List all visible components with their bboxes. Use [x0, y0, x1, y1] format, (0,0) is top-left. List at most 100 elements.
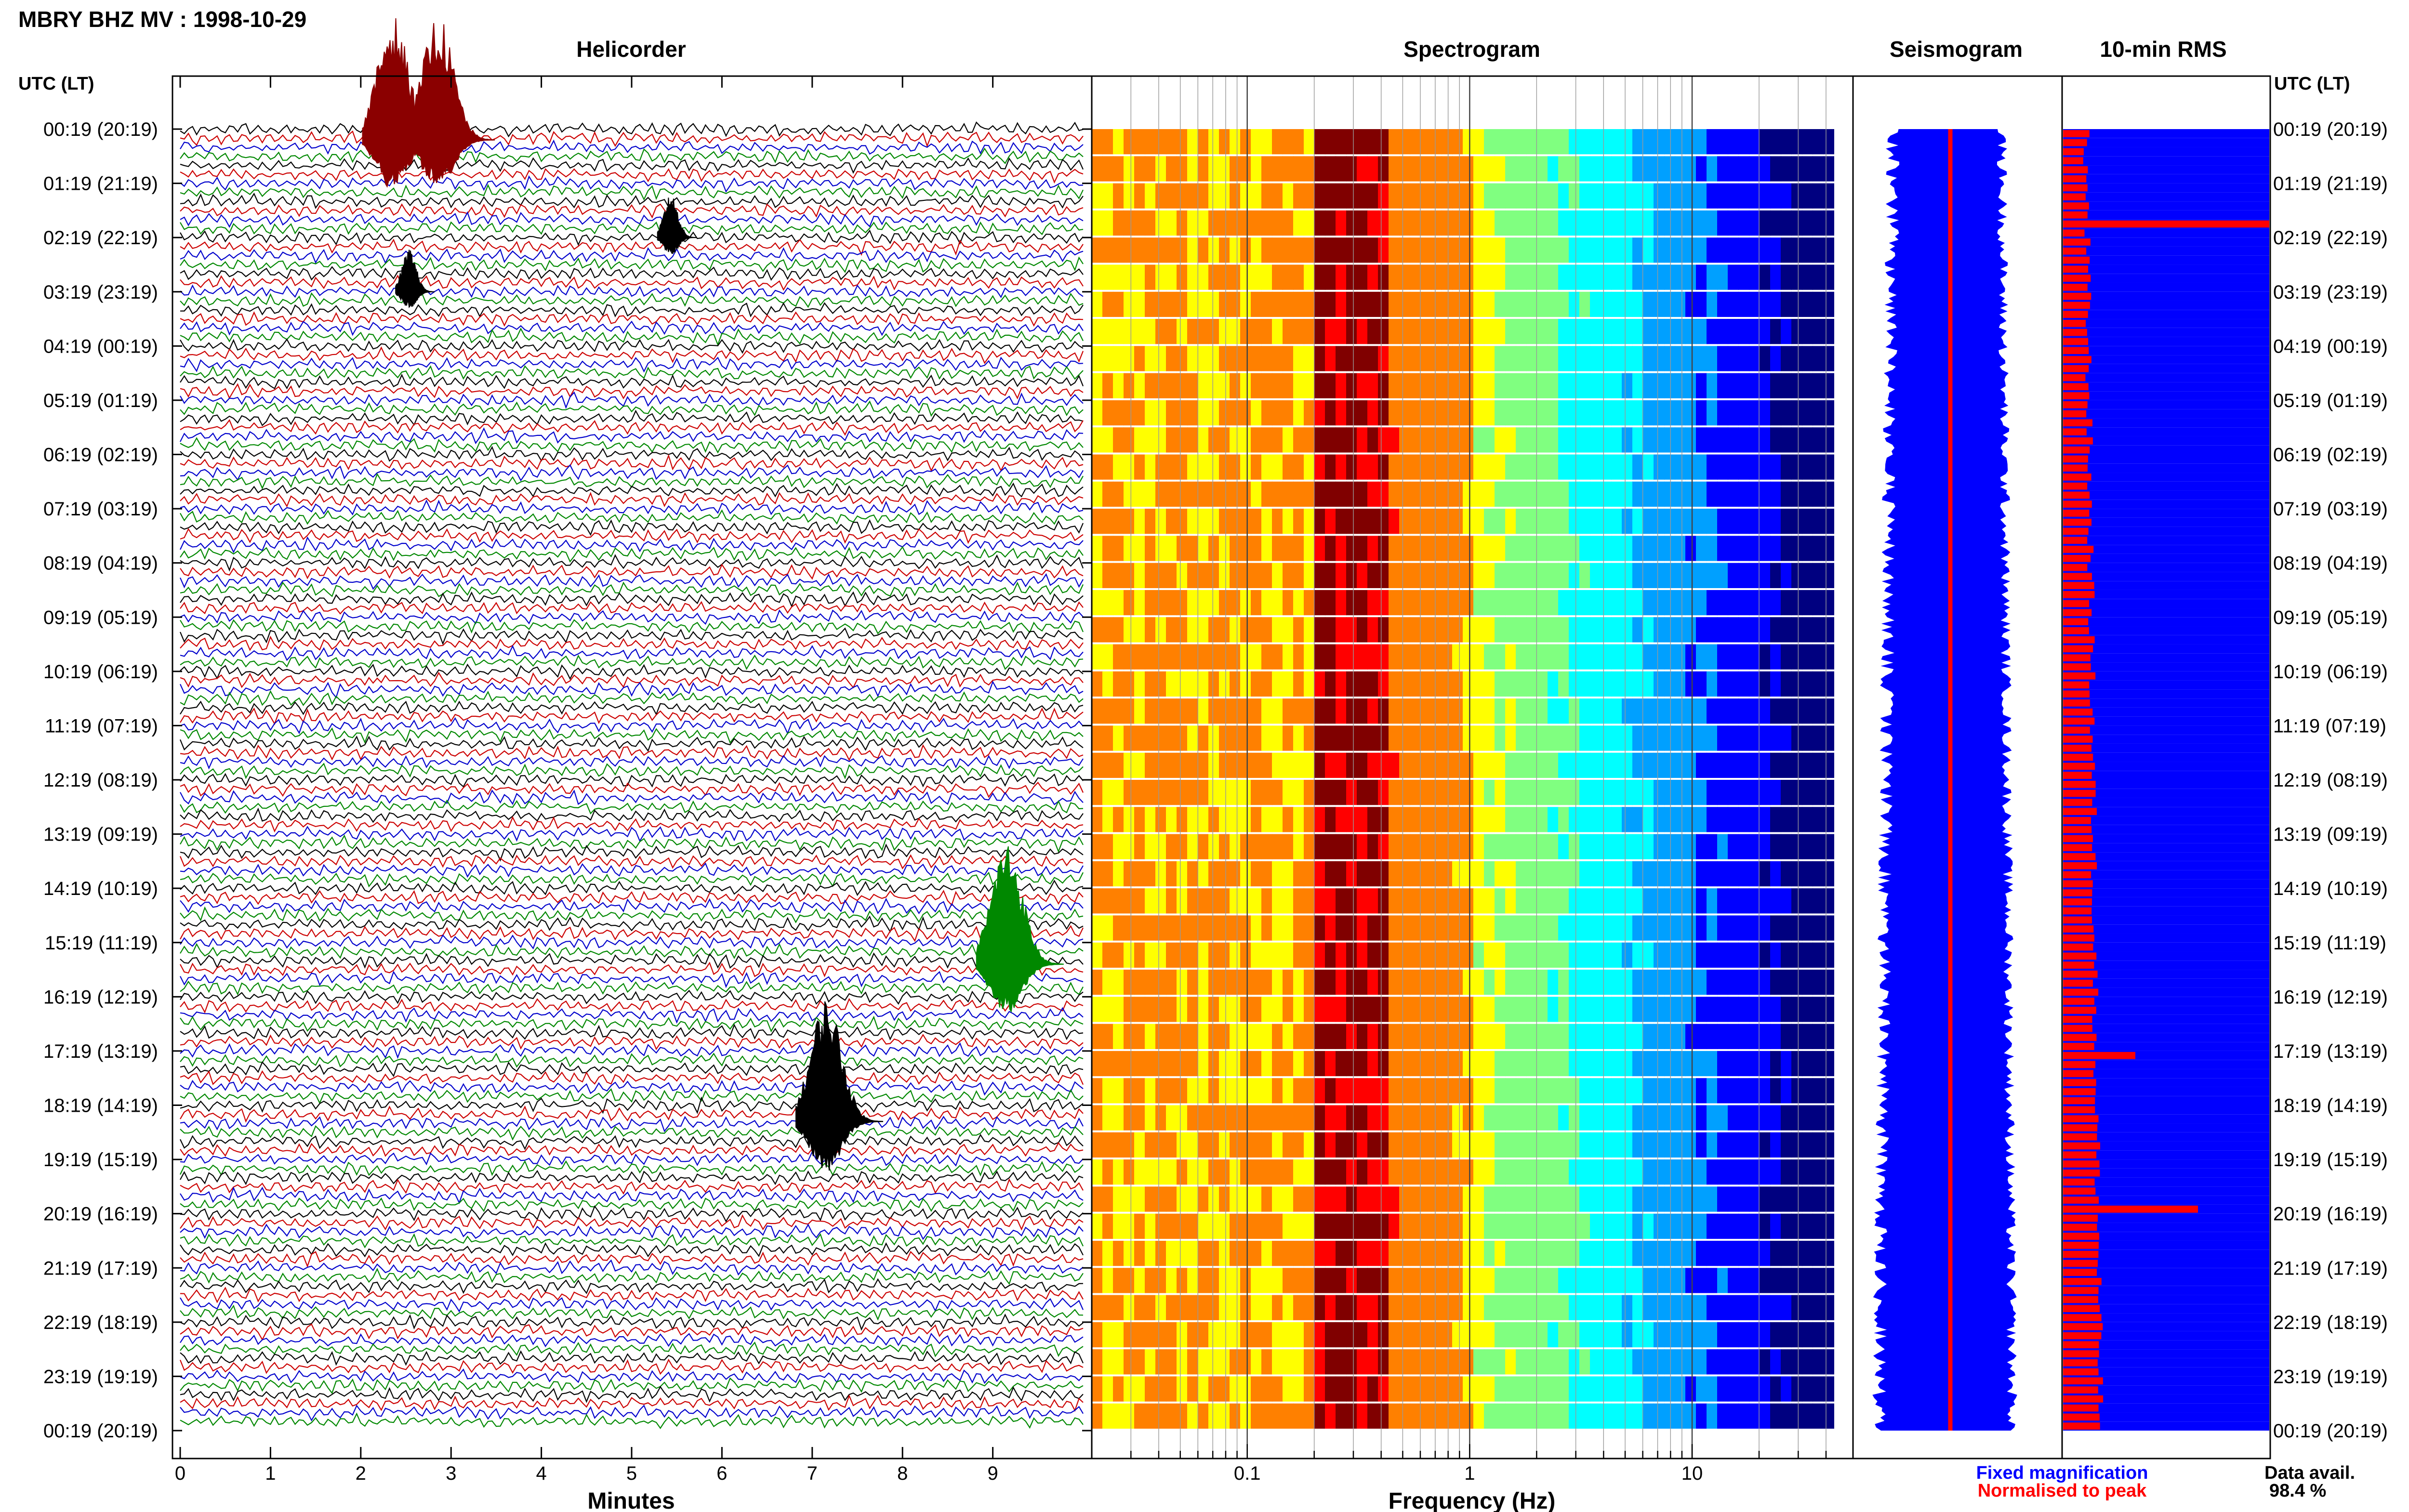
spectrogram-cell [1728, 237, 1739, 263]
spectrogram-cell [1622, 698, 1633, 724]
spectrogram-cell [1124, 319, 1135, 344]
spectrogram-cell [1314, 780, 1325, 805]
spectrogram-cell [1357, 156, 1368, 182]
spectrogram-cell [1452, 997, 1463, 1022]
spectrogram-cell [1357, 970, 1368, 995]
spectrogram-cell [1516, 888, 1527, 914]
spectrogram-cell [1420, 563, 1431, 588]
spectrogram-cell [1442, 644, 1453, 670]
spectrogram-cell [1696, 373, 1707, 398]
spectrogram-cell [1410, 1349, 1421, 1375]
spectrogram-cell [1717, 915, 1728, 941]
time-label-right: 17:19 (13:19) [2273, 1041, 2388, 1062]
spectrogram-cell [1463, 183, 1474, 209]
spectrogram-cell [1569, 834, 1580, 859]
spectrogram-cell [1124, 454, 1135, 480]
spectrogram-cell [1219, 237, 1230, 263]
spectrogram-cell [1643, 183, 1654, 209]
spectrogram-cell [1717, 1403, 1728, 1429]
spectrogram-cell [1452, 1024, 1463, 1049]
spectrogram-cell [1484, 942, 1495, 968]
spectrogram-cell [1505, 346, 1516, 371]
spectrogram-cell [1526, 156, 1537, 182]
spectrogram-cell [1230, 1295, 1241, 1320]
spectrogram-cell [1728, 834, 1739, 859]
spectrogram-cell [1664, 1051, 1675, 1077]
spectrogram-cell [1548, 861, 1559, 887]
spectrogram-cell [1675, 536, 1686, 561]
spectrogram-cell [1569, 1295, 1580, 1320]
spectrogram-cell [1410, 834, 1421, 859]
spectrogram-cell [1155, 834, 1166, 859]
spectrogram-cell [1102, 1051, 1113, 1077]
time-label-left: 23:19 (19:19) [43, 1366, 158, 1387]
spectrogram-cell [1314, 346, 1325, 371]
spectrogram-cell [1569, 563, 1580, 588]
spectrogram-cell [1261, 237, 1272, 263]
spectrogram-cell [1802, 1268, 1813, 1293]
rms-normalised-bar [2063, 1070, 2093, 1078]
spectrogram-cell [1823, 373, 1834, 398]
spectrogram-cell [1187, 1376, 1198, 1402]
spectrogram-cell [1410, 1186, 1421, 1212]
spectrogram-cell [1823, 129, 1834, 155]
spectrogram-cell [1537, 291, 1548, 317]
spectrogram-cell [1410, 1132, 1421, 1158]
spectrogram-cell [1314, 1376, 1325, 1402]
spectrogram-cell [1802, 1078, 1813, 1104]
spectrogram-cell [1823, 1268, 1834, 1293]
spectrogram-cell [1685, 888, 1696, 914]
rms-normalised-bar [2063, 202, 2089, 210]
spectrogram-cell [1452, 454, 1463, 480]
spectrogram-cell [1601, 427, 1612, 453]
spectrogram-cell [1495, 1078, 1506, 1104]
spectrogram-cell [1516, 291, 1527, 317]
spectrogram-cell [1611, 671, 1622, 697]
spectrogram-cell [1166, 1268, 1177, 1293]
spectrogram-cell [1654, 888, 1665, 914]
spectrogram-cell [1230, 210, 1241, 236]
spectrogram-cell [1654, 509, 1665, 534]
spectrogram-cell [1643, 1213, 1654, 1239]
spectrogram-cell [1601, 780, 1612, 805]
spectrogram-cell [1378, 1322, 1389, 1348]
spectrogram-cell [1707, 346, 1718, 371]
spectrogram-cell [1325, 644, 1336, 670]
spectrogram-cell [1293, 861, 1304, 887]
spectrogram-cell [1219, 454, 1230, 480]
spectrogram-cell [1092, 752, 1103, 778]
spectrogram-cell [1420, 1078, 1431, 1104]
time-label-left: 16:19 (12:19) [43, 986, 158, 1008]
spectrogram-cell [1611, 427, 1622, 453]
spectrogram-cell [1717, 373, 1728, 398]
spectrogram-cell [1251, 888, 1262, 914]
spectrogram-cell [1346, 291, 1357, 317]
minute-tick-label: 9 [987, 1463, 998, 1484]
spectrogram-cell [1717, 942, 1728, 968]
spectrogram-cell [1558, 1051, 1569, 1077]
minute-tick-label: 0 [175, 1463, 185, 1484]
spectrogram-cell [1473, 1295, 1484, 1320]
spectrogram-cell [1367, 1376, 1378, 1402]
spectrogram-cell [1516, 129, 1527, 155]
spectrogram-cell [1590, 725, 1601, 751]
spectrogram-cell [1622, 725, 1633, 751]
spectrogram-cell [1134, 1105, 1145, 1131]
spectrogram-cell [1134, 915, 1145, 941]
spectrogram-cell [1611, 997, 1622, 1022]
spectrogram-cell [1685, 183, 1696, 209]
rms-fixed-bar [2063, 689, 2269, 699]
spectrogram-cell [1410, 997, 1421, 1022]
spectrogram-cell [1463, 1240, 1474, 1266]
spectrogram-cell [1516, 210, 1527, 236]
spectrogram-cell [1484, 671, 1495, 697]
spectrogram-cell [1664, 725, 1675, 751]
spectrogram-cell [1622, 237, 1633, 263]
spectrogram-cell [1802, 1105, 1813, 1131]
spectrogram-cell [1537, 1295, 1548, 1320]
spectrogram-cell [1823, 1376, 1834, 1402]
spectrogram-cell [1579, 752, 1590, 778]
spectrogram-cell [1548, 644, 1559, 670]
spectrogram-cell [1208, 644, 1219, 670]
spectrogram-cell [1198, 183, 1209, 209]
